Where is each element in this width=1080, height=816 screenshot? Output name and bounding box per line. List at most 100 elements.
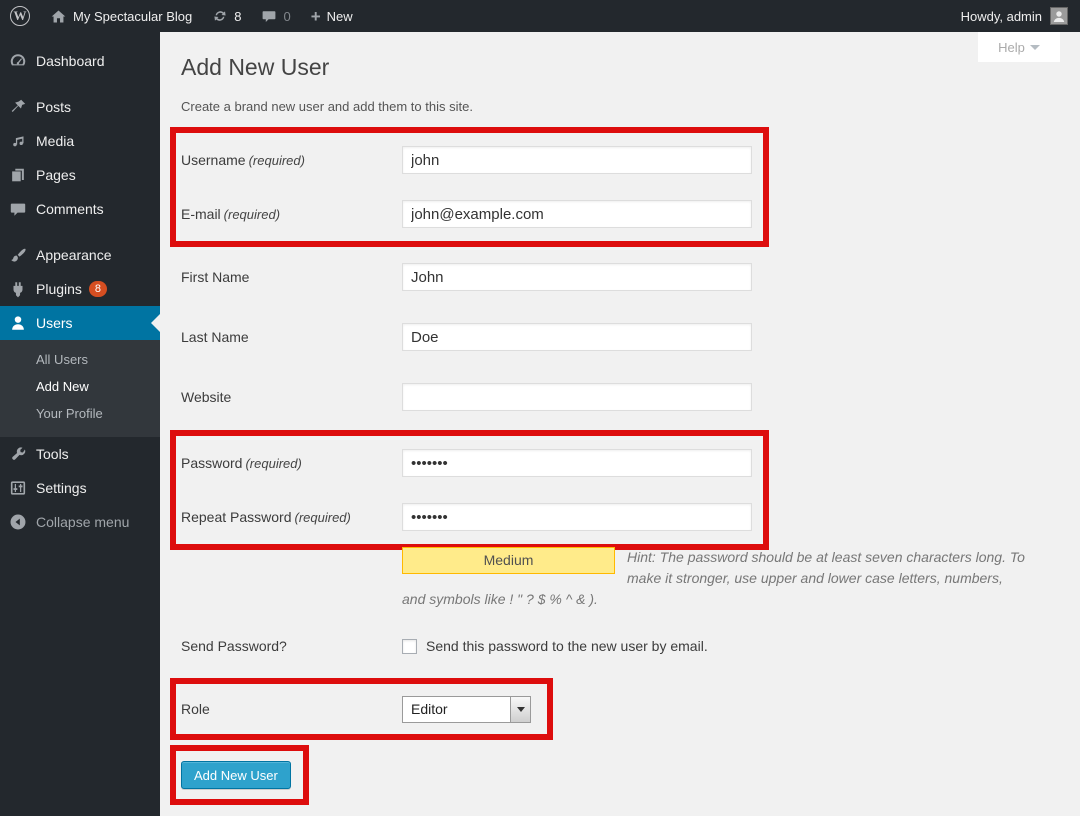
sidebar-item-label: Tools — [36, 446, 69, 462]
password-label: Password(required) — [181, 454, 402, 473]
send-password-row: Send Password? Send this password to the… — [170, 630, 1080, 662]
role-label: Role — [181, 700, 402, 719]
sidebar-item-label: Pages — [36, 167, 76, 183]
sidebar-item-users[interactable]: Users — [0, 306, 160, 340]
sidebar-item-comments[interactable]: Comments — [0, 192, 160, 226]
avatar[interactable] — [1050, 7, 1068, 25]
update-count: 8 — [234, 9, 241, 24]
email-row: E-mail(required) — [176, 187, 763, 241]
sidebar-item-dashboard[interactable]: Dashboard — [0, 44, 160, 78]
username-label: Username(required) — [181, 151, 402, 170]
website-label: Website — [181, 388, 402, 407]
help-button[interactable]: Help — [978, 32, 1060, 62]
last-name-field[interactable] — [402, 323, 752, 351]
sidebar-item-settings[interactable]: Settings — [0, 471, 160, 505]
dashboard-icon — [8, 51, 28, 71]
sidebar-item-label: Media — [36, 133, 74, 149]
email-label: E-mail(required) — [181, 205, 402, 224]
comments-icon — [8, 199, 28, 219]
users-submenu: All Users Add New Your Profile — [0, 340, 160, 437]
plugins-update-badge: 8 — [89, 281, 107, 297]
repeat-password-field[interactable] — [402, 503, 752, 531]
repeat-password-row: Repeat Password(required) — [176, 490, 763, 544]
sidebar-item-appearance[interactable]: Appearance — [0, 238, 160, 272]
add-new-user-button[interactable]: Add New User — [181, 761, 291, 789]
submenu-item-all-users[interactable]: All Users — [0, 346, 160, 373]
new-menu[interactable]: + New — [301, 0, 363, 32]
new-label: New — [327, 9, 353, 24]
paintbrush-icon — [8, 245, 28, 265]
send-password-checkbox[interactable] — [402, 639, 417, 654]
sidebar-item-posts[interactable]: Posts — [0, 90, 160, 124]
settings-icon — [8, 478, 28, 498]
media-icon — [8, 131, 28, 151]
sidebar-item-label: Plugins — [36, 281, 82, 297]
sidebar-item-label: Appearance — [36, 247, 112, 263]
sidebar-item-label: Posts — [36, 99, 71, 115]
sidebar-item-label: Collapse menu — [36, 514, 129, 530]
password-row: Password(required) — [176, 436, 763, 490]
wrench-icon — [8, 444, 28, 464]
page-title: Add New User — [181, 53, 1080, 82]
chevron-down-icon — [1030, 45, 1040, 50]
home-icon — [50, 8, 67, 25]
sidebar-item-label: Users — [36, 315, 73, 331]
send-password-checkbox-label: Send this password to the new user by em… — [426, 638, 708, 654]
collapse-icon — [8, 512, 28, 532]
sidebar-item-tools[interactable]: Tools — [0, 437, 160, 471]
annotation-box-role: Role Editor — [170, 678, 553, 740]
last-name-row: Last Name — [170, 307, 1080, 367]
password-field[interactable] — [402, 449, 752, 477]
sidebar-item-label: Settings — [36, 480, 87, 496]
sidebar-item-pages[interactable]: Pages — [0, 158, 160, 192]
annotation-box-submit: Add New User — [170, 745, 309, 805]
page-subtitle: Create a brand new user and add them to … — [181, 99, 1080, 114]
plus-icon: + — [311, 8, 321, 25]
howdy-account-menu[interactable]: Howdy, admin — [961, 9, 1042, 24]
help-label: Help — [998, 40, 1025, 55]
comment-icon — [261, 8, 277, 24]
website-field[interactable] — [402, 383, 752, 411]
role-select[interactable]: Editor — [402, 696, 531, 723]
first-name-field[interactable] — [402, 263, 752, 291]
pushpin-icon — [8, 97, 28, 117]
wordpress-menu[interactable]: W — [0, 0, 40, 32]
wordpress-logo-icon: W — [10, 6, 30, 26]
update-icon — [212, 8, 228, 24]
annotation-box-credentials: Username(required) E-mail(required) — [170, 127, 769, 247]
email-field[interactable] — [402, 200, 752, 228]
first-name-row: First Name — [170, 247, 1080, 307]
chevron-down-icon — [517, 707, 525, 712]
select-arrow-button[interactable] — [510, 697, 530, 722]
website-row: Website — [170, 367, 1080, 427]
comment-count: 0 — [283, 9, 290, 24]
username-row: Username(required) — [176, 133, 763, 187]
role-select-value: Editor — [403, 701, 510, 717]
sidebar-item-media[interactable]: Media — [0, 124, 160, 158]
password-strength-meter: Medium — [402, 547, 615, 574]
main-content: Help Add New User Create a brand new use… — [160, 32, 1080, 816]
role-row: Role Editor — [176, 684, 547, 734]
submenu-item-your-profile[interactable]: Your Profile — [0, 400, 160, 427]
first-name-label: First Name — [181, 268, 402, 287]
sidebar-item-plugins[interactable]: Plugins 8 — [0, 272, 160, 306]
sidebar-item-label: Dashboard — [36, 53, 105, 69]
send-password-label: Send Password? — [181, 637, 402, 656]
sidebar-item-label: Comments — [36, 201, 104, 217]
comments-indicator[interactable]: 0 — [251, 0, 300, 32]
repeat-password-label: Repeat Password(required) — [181, 508, 402, 527]
updates-indicator[interactable]: 8 — [202, 0, 251, 32]
annotation-box-passwords: Password(required) Repeat Password(requi… — [170, 430, 769, 550]
submenu-item-add-new[interactable]: Add New — [0, 373, 160, 400]
username-input[interactable] — [402, 146, 752, 174]
add-user-form: Username(required) E-mail(required) Firs… — [170, 127, 1080, 805]
sidebar-item-collapse-menu[interactable]: Collapse menu — [0, 505, 160, 539]
last-name-label: Last Name — [181, 328, 402, 347]
password-strength-area: Medium Hint: The password should be at l… — [402, 547, 1030, 610]
admin-sidebar: Dashboard Posts Media Pages Comments App… — [0, 32, 160, 816]
site-name: My Spectacular Blog — [73, 9, 192, 24]
site-menu[interactable]: My Spectacular Blog — [40, 0, 202, 32]
admin-bar: W My Spectacular Blog 8 0 + New Howdy, a… — [0, 0, 1080, 32]
users-icon — [8, 313, 28, 333]
plugin-icon — [8, 279, 28, 299]
